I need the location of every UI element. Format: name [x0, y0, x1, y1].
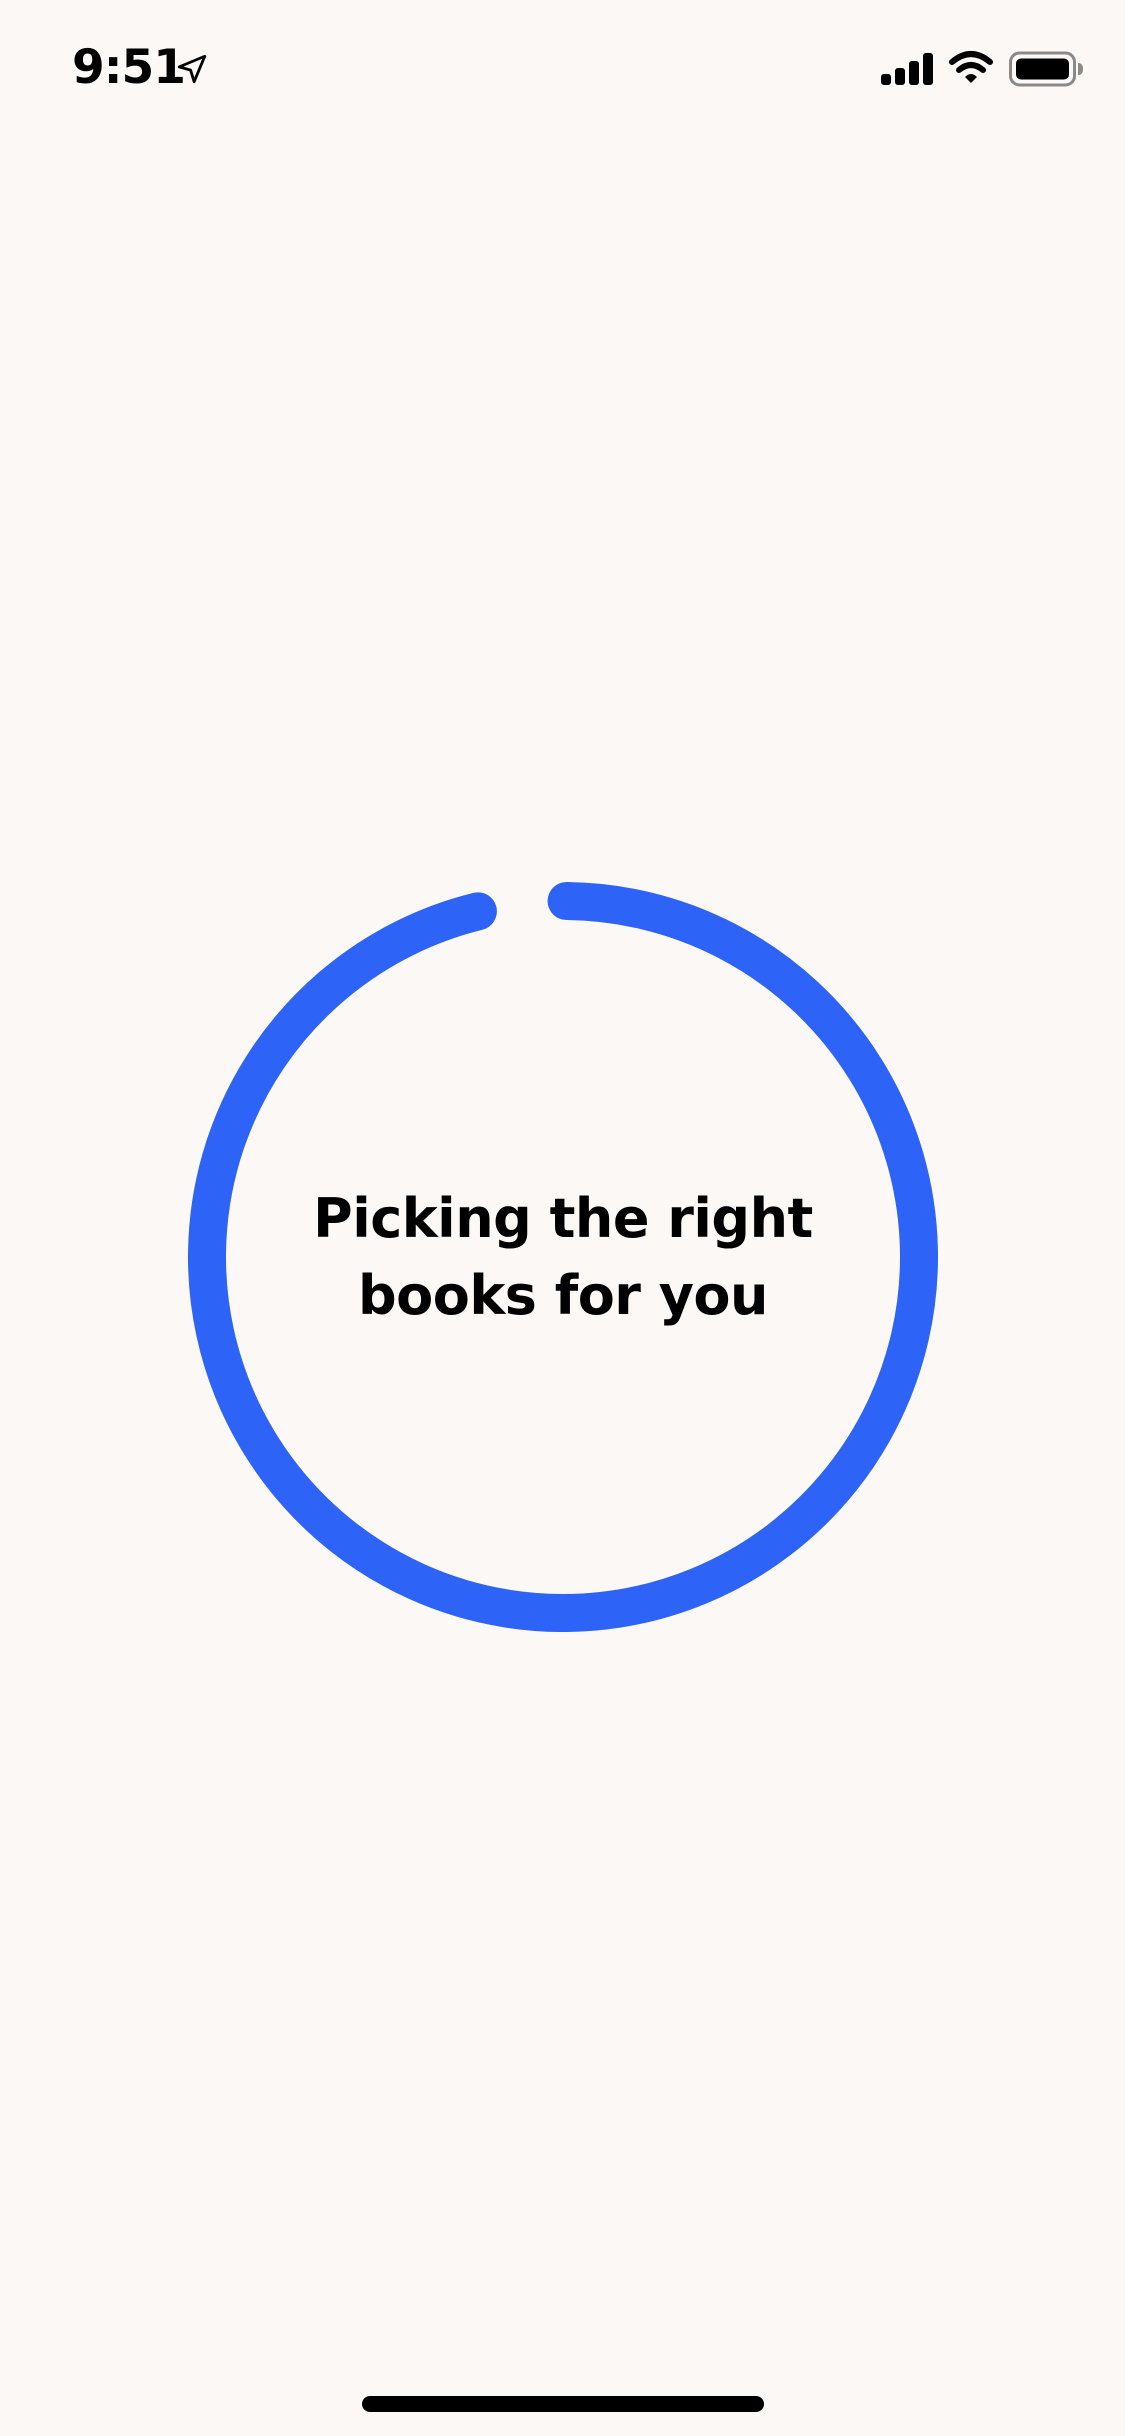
battery-icon — [1009, 51, 1083, 87]
loading-message-text: Picking the right books for you — [313, 1187, 813, 1327]
wifi-icon — [949, 51, 993, 83]
loading-message: Picking the right books for you — [188, 882, 938, 1632]
cellular-signal-icon — [881, 53, 933, 85]
location-arrow-icon — [177, 54, 207, 84]
home-indicator[interactable] — [362, 2396, 764, 2412]
status-bar: 9:51 — [0, 0, 1125, 132]
status-time: 9:51 — [72, 40, 186, 95]
progress-ring: Picking the right books for you — [188, 882, 938, 1632]
